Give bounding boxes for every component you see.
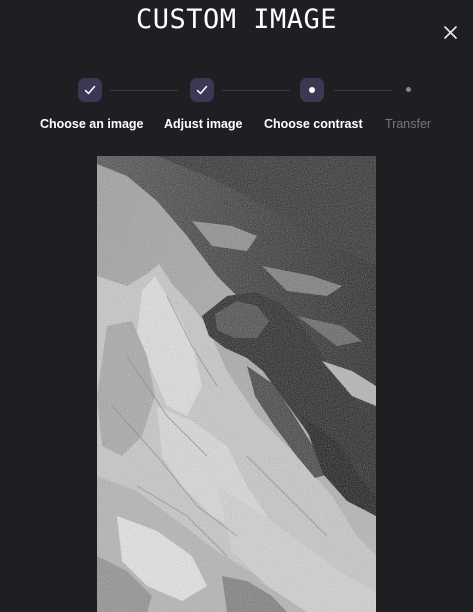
preview-photo <box>97 156 376 612</box>
image-preview <box>97 156 376 612</box>
step-adjust-image-indicator[interactable] <box>190 78 214 102</box>
step-connector <box>222 90 290 91</box>
step-connector <box>110 90 178 91</box>
step-label-transfer: Transfer <box>385 117 432 131</box>
step-label-adjust-image[interactable]: Adjust image <box>164 116 243 132</box>
close-icon <box>444 26 457 39</box>
check-icon <box>84 85 96 95</box>
step-label-choose-image[interactable]: Choose an image <box>40 116 144 132</box>
step-choose-contrast-indicator <box>300 78 324 102</box>
step-transfer-indicator <box>406 87 411 92</box>
step-choose-image-indicator[interactable] <box>78 78 102 102</box>
current-step-dot <box>309 87 315 93</box>
check-icon <box>196 85 208 95</box>
step-connector <box>334 90 392 91</box>
dialog-title: CUSTOM IMAGE <box>135 4 338 35</box>
close-button[interactable] <box>442 24 460 42</box>
step-label-choose-contrast: Choose contrast <box>264 117 363 131</box>
